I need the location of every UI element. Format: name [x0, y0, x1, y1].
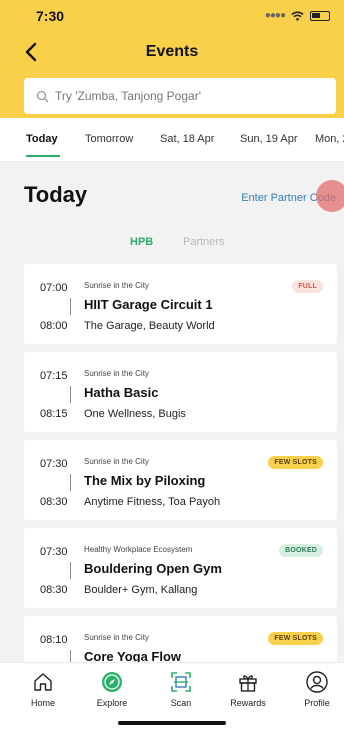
- event-start-time: 07:00: [40, 282, 68, 294]
- search-bar[interactable]: [24, 78, 336, 114]
- nav-label: Profile: [304, 698, 330, 708]
- nav-profile[interactable]: Profile: [287, 671, 344, 708]
- status-icons: ●●●●: [265, 10, 330, 21]
- event-name: The Mix by Piloxing: [84, 473, 206, 488]
- event-name: HIIT Garage Circuit 1: [84, 297, 213, 312]
- compass-icon: [102, 672, 122, 692]
- search-input[interactable]: [55, 89, 315, 103]
- status-bar: 7:30 ●●●●: [20, 8, 334, 26]
- status-time: 7:30: [36, 8, 65, 24]
- status-badge: BOOKED: [279, 544, 323, 557]
- nav-home[interactable]: Home: [13, 671, 73, 708]
- profile-icon: [306, 671, 328, 693]
- top-bar: Events: [0, 40, 344, 66]
- section-title: Today: [24, 182, 88, 207]
- date-tabs: Today Tomorrow Sat, 18 Apr Sun, 19 Apr M…: [0, 118, 344, 162]
- event-start-time: 08:10: [40, 634, 68, 646]
- header: 7:30 ●●●● Events: [0, 0, 344, 118]
- event-organizer: Sunrise in the City: [84, 633, 149, 642]
- battery-icon: [310, 10, 330, 21]
- event-organizer: Sunrise in the City: [84, 457, 149, 466]
- event-venue: One Wellness, Bugis: [84, 408, 186, 420]
- event-end-time: 08:15: [40, 408, 68, 420]
- event-end-time: 08:30: [40, 584, 68, 596]
- nav-label: Rewards: [230, 698, 266, 708]
- nav-scan[interactable]: Scan: [151, 671, 211, 708]
- event-end-time: 08:00: [40, 320, 68, 332]
- nav-explore[interactable]: Explore: [82, 671, 142, 708]
- status-badge: FEW SLOTS: [268, 632, 323, 645]
- nav-rewards[interactable]: Rewards: [218, 671, 278, 708]
- event-card[interactable]: 07:30 08:30 Healthy Workplace Ecosystem …: [24, 528, 337, 608]
- scan-icon: [171, 672, 191, 692]
- event-venue: The Garage, Beauty World: [84, 320, 215, 332]
- home-indicator: [118, 721, 226, 725]
- segment-partners[interactable]: Partners: [183, 236, 225, 248]
- home-icon: [34, 673, 52, 691]
- event-venue: Anytime Fitness, Toa Payoh: [84, 496, 221, 508]
- event-card[interactable]: 08:10 Sunrise in the City Core Yoga Flow…: [24, 616, 337, 662]
- event-venue: Boulder+ Gym, Kallang: [84, 584, 198, 596]
- event-start-time: 07:15: [40, 370, 68, 382]
- event-list-area[interactable]: Today Enter Partner Code HPB Partners 07…: [0, 162, 344, 662]
- gift-icon: [239, 675, 257, 692]
- event-name: Hatha Basic: [84, 385, 159, 400]
- event-card[interactable]: 07:15 08:15 Sunrise in the City Hatha Ba…: [24, 352, 337, 432]
- event-name: Core Yoga Flow: [84, 649, 182, 662]
- time-divider: [70, 298, 71, 315]
- active-tab-indicator: [26, 155, 60, 157]
- wifi-icon: [291, 11, 304, 21]
- event-start-time: 07:30: [40, 458, 68, 470]
- event-organizer: Sunrise in the City: [84, 369, 149, 378]
- time-divider: [70, 474, 71, 491]
- event-organizer: Healthy Workplace Ecosystem: [84, 545, 193, 554]
- time-divider: [70, 562, 71, 579]
- search-icon: [36, 90, 49, 102]
- segment-hpb[interactable]: HPB: [130, 236, 153, 248]
- event-name: Bouldering Open Gym: [84, 561, 222, 576]
- event-card[interactable]: 07:30 08:30 Sunrise in the City The Mix …: [24, 440, 337, 520]
- event-card[interactable]: 07:00 08:00 Sunrise in the City HIIT Gar…: [24, 264, 337, 344]
- nav-label: Home: [30, 698, 55, 708]
- signal-icon: ●●●●: [264, 10, 286, 21]
- time-divider: [70, 650, 71, 662]
- time-divider: [70, 386, 71, 403]
- tab-mon[interactable]: Mon, 2: [315, 133, 344, 145]
- status-badge: FULL: [292, 280, 323, 293]
- event-organizer: Sunrise in the City: [84, 281, 149, 290]
- tab-tomorrow[interactable]: Tomorrow: [85, 133, 133, 145]
- event-start-time: 07:30: [40, 546, 68, 558]
- status-badge: FEW SLOTS: [268, 456, 323, 469]
- event-end-time: 08:30: [40, 496, 68, 508]
- nav-label: Scan: [170, 698, 192, 708]
- nav-label: Explore: [96, 698, 128, 708]
- tab-sun-19-apr[interactable]: Sun, 19 Apr: [240, 133, 298, 145]
- page-title: Events: [145, 43, 199, 60]
- tab-today[interactable]: Today: [26, 133, 58, 145]
- tab-sat-18-apr[interactable]: Sat, 18 Apr: [160, 133, 214, 145]
- touch-indicator: [316, 180, 344, 212]
